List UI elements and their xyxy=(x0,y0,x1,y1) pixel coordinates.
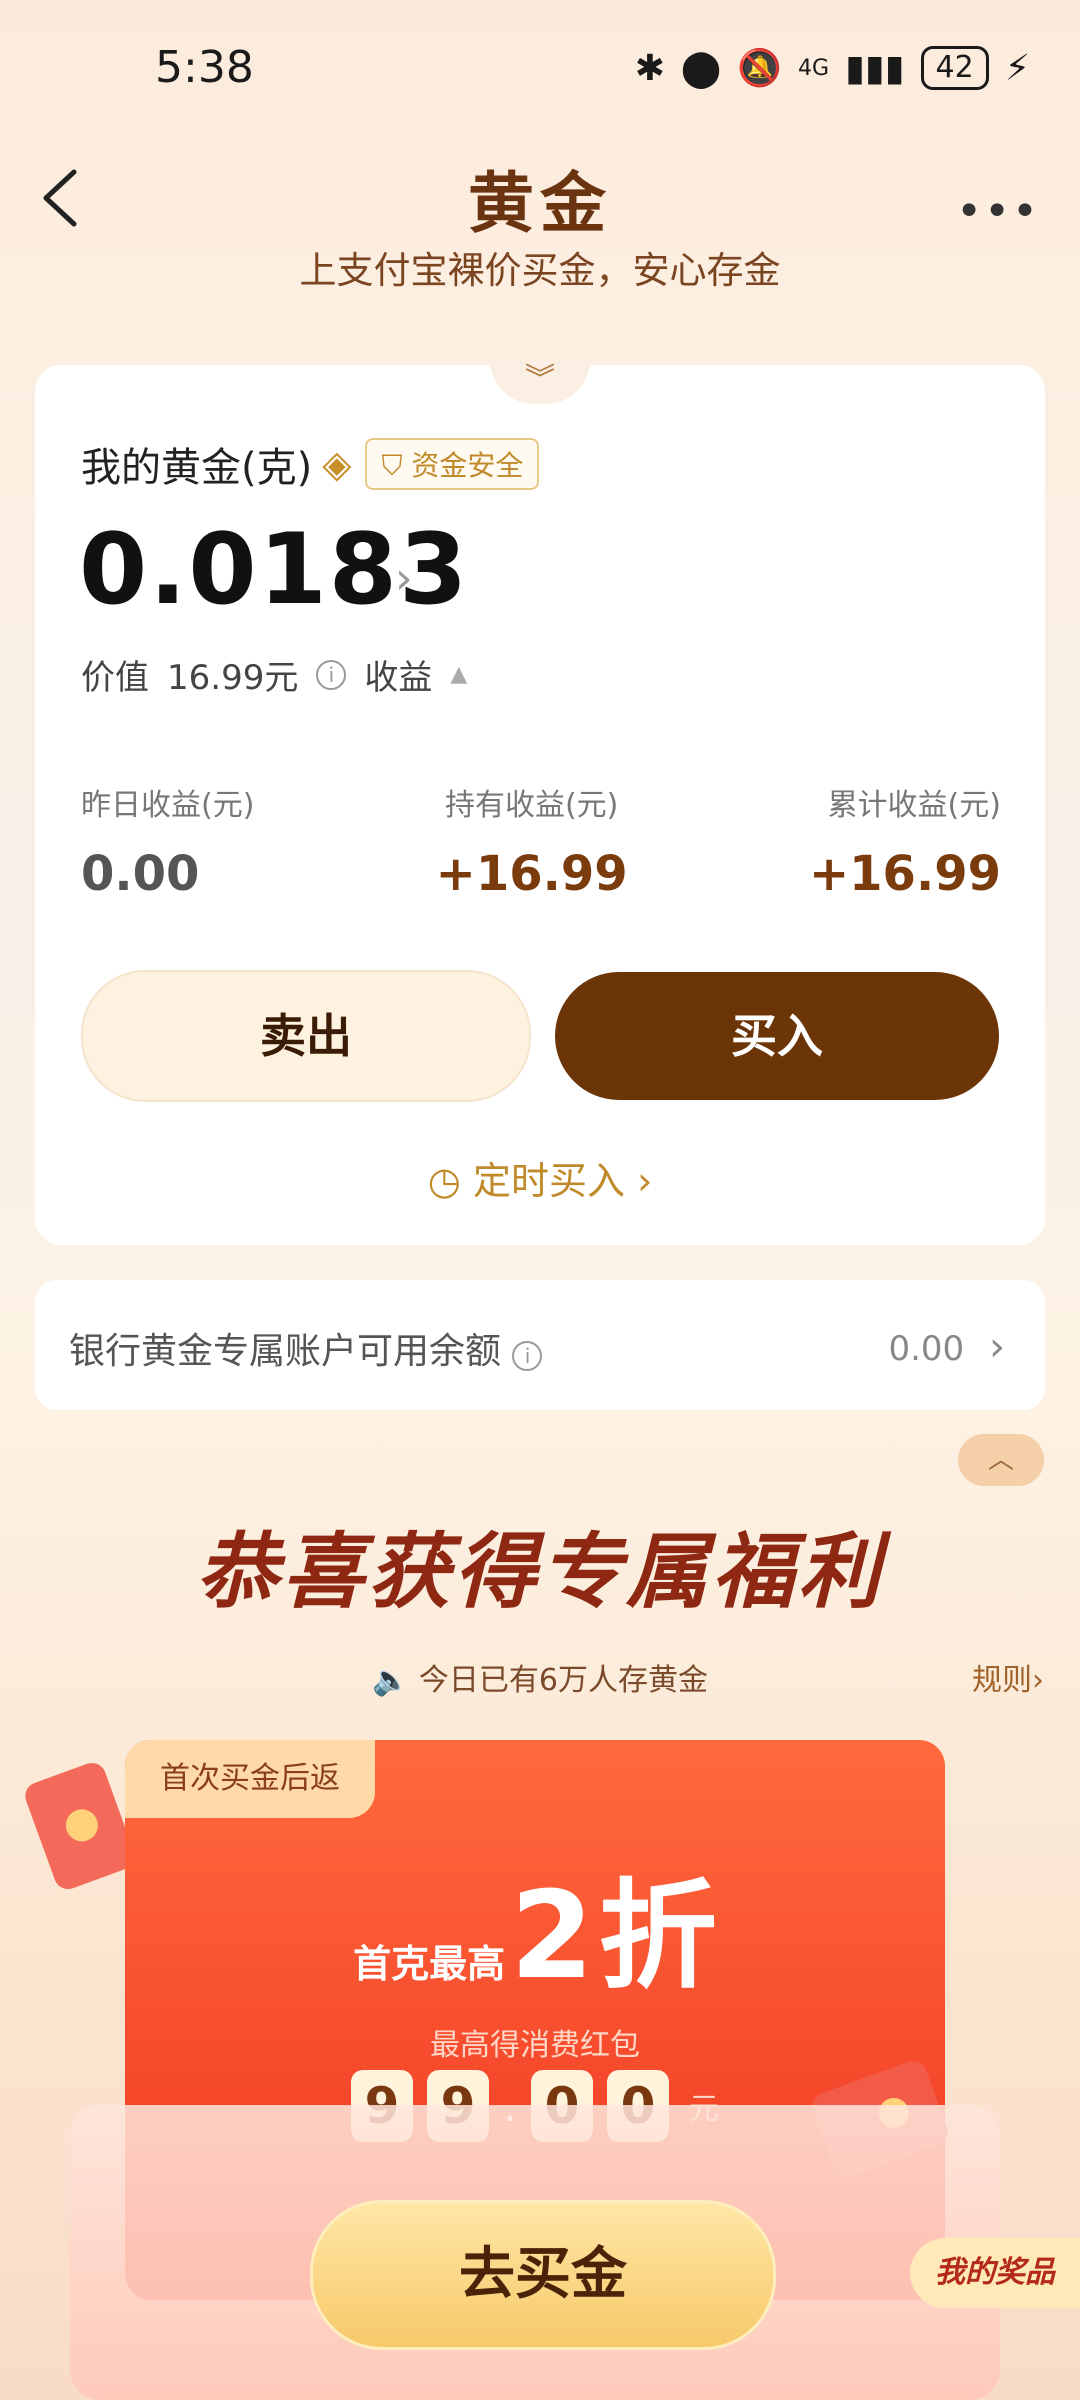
stat-label: 昨日收益(元) xyxy=(81,788,255,823)
signal-label: 4G xyxy=(798,55,830,81)
earnings-label[interactable]: 收益 xyxy=(364,650,432,699)
chevron-right-icon[interactable]: › xyxy=(395,553,413,604)
eye-icon[interactable]: ◈ xyxy=(322,442,351,486)
headline-suffix: 折 xyxy=(598,1867,717,2005)
chevron-right-icon: › xyxy=(989,1324,1005,1370)
buy-button[interactable]: 买入 xyxy=(555,972,999,1100)
safety-badge[interactable]: ⛉ 资金安全 xyxy=(365,438,540,490)
page-title: 黄金 xyxy=(468,165,612,242)
stat-holding: 持有收益(元) +16.99 xyxy=(436,780,628,902)
promo-people-text: 今日已有6万人存黄金 xyxy=(418,1663,708,1698)
bank-account-label-text: 银行黄金专属账户可用余额 xyxy=(69,1331,502,1372)
bank-account-value: 0.00 › xyxy=(888,1324,1005,1370)
rules-link[interactable]: 规则› xyxy=(972,1655,1044,1699)
location-icon: ⬤ xyxy=(680,47,722,89)
my-gold-card: 我的黄金(克) ◈ ⛉ 资金安全 0.0183 › 价值 16.99元 i 收益… xyxy=(35,365,1045,1245)
stat-value: +16.99 xyxy=(808,846,1001,902)
promo-headline: 首克最高 2 折 xyxy=(125,1840,945,2011)
red-envelope-icon xyxy=(21,1759,139,1893)
signal-bars-icon: ▮▮▮ xyxy=(845,47,905,89)
scheduled-buy-label: 定时买入 xyxy=(472,1159,625,1203)
charging-icon: ⚡ xyxy=(1004,47,1030,89)
stat-yesterday: 昨日收益(元) 0.00 xyxy=(81,780,254,902)
stat-value: +16.99 xyxy=(435,846,628,902)
bank-account-balance: 0.00 xyxy=(888,1329,965,1369)
battery-indicator: 42 xyxy=(920,46,989,90)
bank-account-label: 银行黄金专属账户可用余额 i xyxy=(69,1322,543,1374)
stat-label: 累计收益(元) xyxy=(827,788,1001,823)
my-prizes-button[interactable]: 我的奖品 xyxy=(910,2238,1080,2308)
page-subtitle: 上支付宝裸价买金，安心存金 xyxy=(299,249,781,292)
earnings-stats: 昨日收益(元) 0.00 持有收益(元) +16.99 累计收益(元) +16.… xyxy=(81,780,1001,902)
sell-button[interactable]: 卖出 xyxy=(81,970,531,1102)
value-amount: 16.99元 xyxy=(167,658,299,698)
more-menu-icon[interactable]: ••• xyxy=(956,186,1040,237)
bell-muted-icon: 🔕 xyxy=(737,48,783,89)
scheduled-buy-link[interactable]: ◷ 定时买入 › xyxy=(35,1150,1045,1205)
bank-account-row[interactable]: 银行黄金专属账户可用余额 i 0.00 › xyxy=(35,1280,1045,1410)
caret-up-icon[interactable]: ▲ xyxy=(450,662,467,687)
promo-subtitle: 最高得消费红包 xyxy=(430,2028,640,2063)
info-icon[interactable]: i xyxy=(512,1341,543,1371)
my-gold-label: 我的黄金(克) xyxy=(81,445,313,491)
promo-title: 恭喜获得专属福利 xyxy=(196,1525,884,1620)
stat-label: 持有收益(元) xyxy=(444,788,619,823)
value-row: 价值 16.99元 i 收益 ▲ xyxy=(81,650,467,699)
rules-label: 规则 xyxy=(972,1663,1032,1698)
my-gold-header: 我的黄金(克) ◈ ⛉ 资金安全 xyxy=(81,435,540,493)
headline-number: 2 xyxy=(510,1867,594,2006)
value-label: 价值 xyxy=(81,658,149,698)
chevron-up-icon[interactable]: ︿ xyxy=(958,1434,1044,1486)
speaker-icon: 🔈 xyxy=(372,1663,410,1698)
safety-badge-label: 资金安全 xyxy=(411,449,524,482)
headline-prefix: 首克最高 xyxy=(353,1942,506,1986)
stat-value: 0.00 xyxy=(81,846,200,902)
stat-cumulative: 累计收益(元) +16.99 xyxy=(809,780,1001,902)
info-icon[interactable]: i xyxy=(316,659,347,690)
status-time: 5:38 xyxy=(155,42,254,93)
promo-people-count: 🔈 今日已有6万人存黄金 xyxy=(0,1655,1080,1699)
bluetooth-icon: ✱ xyxy=(634,47,665,89)
promo-tag: 首次买金后返 xyxy=(125,1740,375,1818)
go-buy-gold-button[interactable]: 去买金 xyxy=(310,2200,776,2350)
status-bar: 5:38 ✱ ⬤ 🔕 4G ▮▮▮ 42 ⚡ xyxy=(0,0,1080,140)
status-icons: ✱ ⬤ 🔕 4G ▮▮▮ 42 ⚡ xyxy=(635,46,1030,90)
chevron-right-icon: › xyxy=(637,1159,653,1203)
clock-icon: ◷ xyxy=(427,1159,461,1203)
shield-icon: ⛉ xyxy=(381,449,403,482)
